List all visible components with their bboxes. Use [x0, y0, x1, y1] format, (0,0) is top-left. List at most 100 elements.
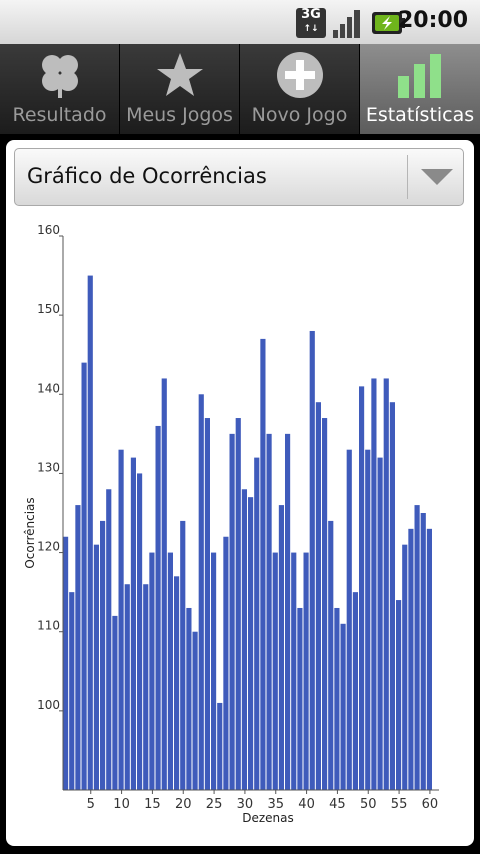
content-panel: Gráfico de Ocorrências 100 110 120 130 140 15… [6, 140, 474, 846]
y-tick-label: 140 [37, 381, 60, 395]
bar-22 [192, 631, 198, 790]
tab-resultado[interactable]: Resultado [0, 44, 120, 134]
bar-9 [112, 615, 118, 790]
y-axis-label: Ocorrências [23, 497, 37, 568]
bar-39 [297, 607, 303, 790]
bar-12 [130, 457, 136, 790]
bar-25 [211, 552, 217, 790]
occurrences-chart: 100 110 120 130 140 150 160 5 10 15 20 25 30 35 40 45 5… [6, 216, 474, 846]
bar-58 [414, 505, 420, 790]
bar-52 [377, 457, 383, 790]
bar-49 [359, 386, 365, 790]
bar-24 [204, 418, 210, 790]
bar-20 [180, 520, 186, 790]
x-tick-label: 60 [422, 797, 439, 812]
bar-40 [303, 552, 309, 790]
bar-35 [272, 552, 278, 790]
bar-6 [93, 544, 99, 790]
bar-14 [143, 584, 149, 790]
bar-37 [285, 433, 291, 790]
status-bar: 3G ↑↓ 20:00 [0, 0, 480, 45]
x-tick-label: 45 [329, 797, 346, 812]
bar-60 [426, 528, 432, 790]
bar-38 [291, 552, 297, 790]
bar-45 [334, 607, 340, 790]
bar-36 [278, 505, 284, 790]
tab-meus-jogos[interactable]: Meus Jogos [120, 44, 240, 134]
bar-33 [260, 338, 266, 790]
tab-label: Resultado [12, 104, 107, 126]
bar-32 [254, 457, 260, 790]
bar-42 [315, 402, 321, 790]
bar-chart: 100110120130140150160 5 10 15 20 25 30 35 40 45 5… [23, 223, 439, 825]
bar-3 [75, 505, 81, 790]
bar-28 [229, 433, 235, 790]
bar-1 [63, 536, 69, 790]
bar-15 [149, 552, 155, 790]
bar-53 [383, 378, 389, 790]
bar-11 [124, 584, 130, 790]
x-tick-label: 35 [267, 797, 284, 812]
bar-13 [137, 473, 143, 790]
x-tick-label: 10 [113, 797, 130, 812]
y-tick-label: 130 [37, 460, 60, 474]
bar-26 [217, 702, 223, 790]
bar-50 [365, 449, 371, 790]
x-tick-label: 20 [175, 797, 192, 812]
bar-8 [106, 489, 112, 790]
bar-21 [186, 607, 192, 790]
y-tick-label: 150 [37, 302, 60, 316]
tab-novo-jogo[interactable]: Novo Jogo [240, 44, 360, 134]
star-icon [157, 53, 203, 96]
bar-17 [161, 378, 167, 790]
bar-54 [389, 402, 395, 790]
bar-2 [69, 592, 75, 790]
tab-bar: Resultado Meus Jogos Novo Jogo Estatísti… [0, 44, 480, 134]
bar-41 [309, 330, 315, 790]
bar-44 [328, 520, 334, 790]
bar-4 [81, 362, 87, 790]
plus-icon [277, 52, 323, 98]
x-tick-label: 50 [360, 797, 377, 812]
spinner-divider [407, 155, 408, 199]
bar-43 [322, 418, 328, 790]
x-tick-label: 15 [144, 797, 161, 812]
clover-icon [42, 55, 78, 98]
network-3g-icon: 3G ↑↓ [296, 8, 326, 38]
x-tick-label: 40 [298, 797, 315, 812]
tab-label: Meus Jogos [126, 104, 233, 126]
bars-group [63, 275, 432, 790]
bar-56 [402, 544, 408, 790]
bar-31 [248, 497, 254, 790]
bar-23 [198, 394, 204, 790]
bar-55 [396, 600, 402, 790]
x-tick-label: 5 [87, 797, 95, 812]
bar-57 [408, 528, 414, 790]
x-ticks-group: 5 10 15 20 25 30 35 40 45 50 55 60 [87, 790, 439, 812]
bar-48 [352, 592, 358, 790]
bar-19 [174, 576, 180, 790]
x-tick-label: 55 [391, 797, 408, 812]
y-tick-label: 160 [37, 223, 60, 237]
spinner-selected-label: Gráfico de Ocorrências [27, 164, 267, 188]
bar-27 [223, 536, 229, 790]
clock: 20:00 [397, 8, 468, 33]
chart-type-spinner[interactable]: Gráfico de Ocorrências [14, 148, 464, 206]
chevron-down-icon[interactable] [420, 167, 454, 187]
x-tick-label: 25 [206, 797, 223, 812]
signal-icon [333, 10, 360, 38]
bar-chart-icon [398, 54, 441, 98]
bar-16 [155, 425, 161, 790]
bar-59 [420, 513, 426, 790]
x-axis-label: Dezenas [242, 811, 294, 825]
tab-estatisticas[interactable]: Estatísticas [360, 44, 480, 134]
tab-label: Novo Jogo [251, 104, 348, 126]
y-tick-label: 120 [37, 540, 60, 554]
bar-51 [371, 378, 377, 790]
bar-5 [87, 275, 93, 790]
bar-29 [235, 418, 241, 790]
tab-label: Estatísticas [365, 104, 475, 126]
bar-10 [118, 449, 124, 790]
y-tick-label: 100 [37, 698, 60, 712]
bar-18 [167, 552, 173, 790]
